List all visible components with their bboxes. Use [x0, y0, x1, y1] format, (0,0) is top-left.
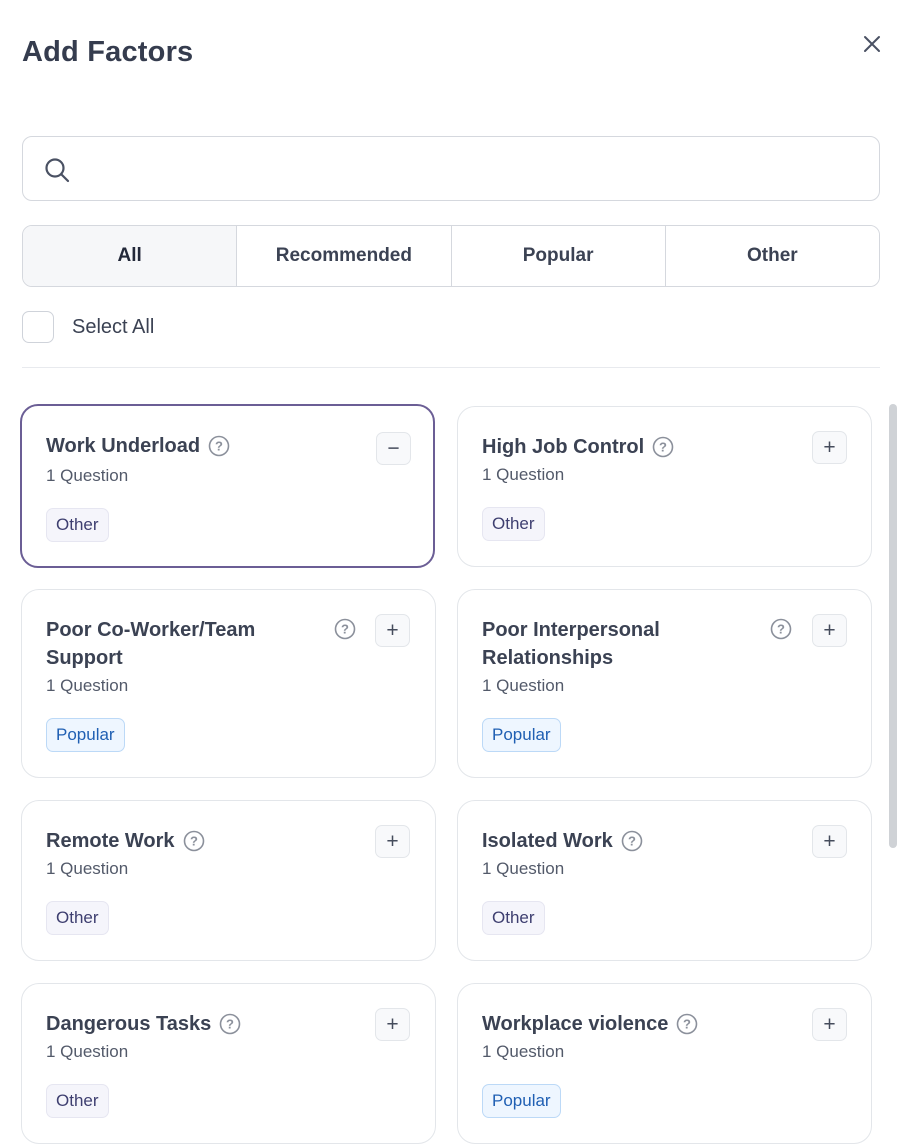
- search-box[interactable]: [22, 136, 880, 201]
- factor-card-workplace-violence[interactable]: Workplace violence ? 1 Question Popular …: [457, 983, 872, 1144]
- factor-card-poor-interpersonal-relationships[interactable]: Poor Interpersonal Relationships ? 1 Que…: [457, 589, 872, 778]
- factor-title-row: Remote Work ?: [46, 827, 205, 855]
- svg-text:?: ?: [659, 440, 667, 455]
- tab-popular[interactable]: Popular: [451, 226, 666, 286]
- factor-title-row: Poor Co-Worker/Team Support: [46, 616, 306, 672]
- add-factor-button[interactable]: +: [812, 431, 847, 464]
- filter-tabs: All Recommended Popular Other: [22, 225, 880, 287]
- factor-card-poor-co-worker-team-support[interactable]: Poor Co-Worker/Team Support ? 1 Question…: [21, 589, 436, 778]
- help-icon[interactable]: ?: [334, 618, 356, 640]
- scrollbar-thumb[interactable]: [889, 404, 897, 848]
- close-icon: [864, 36, 880, 52]
- factor-category-badge: Popular: [46, 718, 125, 752]
- svg-text:?: ?: [683, 1017, 691, 1032]
- add-factor-button[interactable]: +: [812, 614, 847, 647]
- search-input[interactable]: [23, 137, 879, 200]
- close-button[interactable]: [858, 30, 886, 58]
- divider: [22, 367, 880, 368]
- factor-category-badge: Other: [46, 1084, 109, 1118]
- add-factor-button[interactable]: +: [375, 614, 410, 647]
- factor-title: Isolated Work: [482, 830, 613, 852]
- help-icon[interactable]: ?: [676, 1013, 698, 1035]
- svg-text:?: ?: [341, 622, 349, 637]
- help-icon[interactable]: ?: [219, 1013, 241, 1035]
- factor-category-badge: Popular: [482, 718, 561, 752]
- factor-title: Dangerous Tasks: [46, 1013, 212, 1035]
- add-factor-button[interactable]: +: [812, 825, 847, 858]
- factor-title: Poor Co-Worker/Team Support: [46, 619, 256, 669]
- factor-question-count: 1 Question: [482, 676, 565, 695]
- factor-category-badge: Other: [46, 901, 109, 935]
- factor-title: Poor Interpersonal Relationships: [482, 619, 660, 669]
- factor-title: Remote Work: [46, 830, 175, 852]
- factor-category-badge: Popular: [482, 1084, 561, 1118]
- help-icon[interactable]: ?: [208, 435, 230, 457]
- help-icon[interactable]: ?: [652, 436, 674, 458]
- svg-text:?: ?: [190, 834, 198, 849]
- factor-question-count: 1 Question: [482, 859, 565, 878]
- select-all[interactable]: Select All: [22, 311, 154, 343]
- factor-title-row: Isolated Work ?: [482, 827, 643, 855]
- add-factor-button[interactable]: +: [375, 1008, 410, 1041]
- help-icon[interactable]: ?: [770, 618, 792, 640]
- dialog-title: Add Factors: [22, 36, 194, 68]
- factor-title-row: High Job Control ?: [482, 433, 674, 461]
- factor-card-dangerous-tasks[interactable]: Dangerous Tasks ? 1 Question Other +: [21, 983, 436, 1144]
- tab-all[interactable]: All: [23, 226, 238, 286]
- factor-question-count: 1 Question: [46, 859, 129, 878]
- factor-title: High Job Control: [482, 436, 645, 458]
- factor-card-remote-work[interactable]: Remote Work ? 1 Question Other +: [21, 800, 436, 961]
- factor-card-isolated-work[interactable]: Isolated Work ? 1 Question Other +: [457, 800, 872, 961]
- factor-question-count: 1 Question: [46, 676, 129, 695]
- help-icon[interactable]: ?: [183, 830, 205, 852]
- select-all-label: Select All: [72, 315, 155, 338]
- add-factor-button[interactable]: +: [812, 1008, 847, 1041]
- search-icon: [45, 158, 70, 183]
- svg-text:?: ?: [777, 622, 785, 637]
- svg-text:?: ?: [215, 439, 223, 454]
- factor-category-badge: Other: [482, 507, 545, 541]
- factor-title-row: Poor Interpersonal Relationships: [482, 616, 742, 672]
- factor-question-count: 1 Question: [46, 1042, 129, 1061]
- svg-text:?: ?: [628, 834, 636, 849]
- factor-card-high-job-control[interactable]: High Job Control ? 1 Question Other +: [457, 406, 872, 567]
- factor-card-work-underload[interactable]: Work Underload ? 1 Question Other −: [20, 404, 435, 568]
- tab-recommended[interactable]: Recommended: [237, 226, 452, 286]
- help-icon[interactable]: ?: [621, 830, 643, 852]
- select-all-checkbox[interactable]: [22, 311, 54, 343]
- factor-title-row: Work Underload ?: [46, 432, 230, 460]
- factor-category-badge: Other: [482, 901, 545, 935]
- factor-question-count: 1 Question: [482, 1042, 565, 1061]
- factor-title-row: Dangerous Tasks ?: [46, 1010, 241, 1038]
- factor-title-row: Workplace violence ?: [482, 1010, 698, 1038]
- factor-title: Work Underload: [46, 435, 201, 457]
- remove-factor-button[interactable]: −: [376, 432, 411, 465]
- factor-title: Workplace violence: [482, 1013, 669, 1035]
- tab-other[interactable]: Other: [665, 226, 879, 286]
- factor-question-count: 1 Question: [46, 466, 129, 485]
- add-factor-button[interactable]: +: [375, 825, 410, 858]
- factor-category-badge: Other: [46, 508, 109, 542]
- factor-question-count: 1 Question: [482, 465, 565, 484]
- svg-text:?: ?: [226, 1017, 234, 1032]
